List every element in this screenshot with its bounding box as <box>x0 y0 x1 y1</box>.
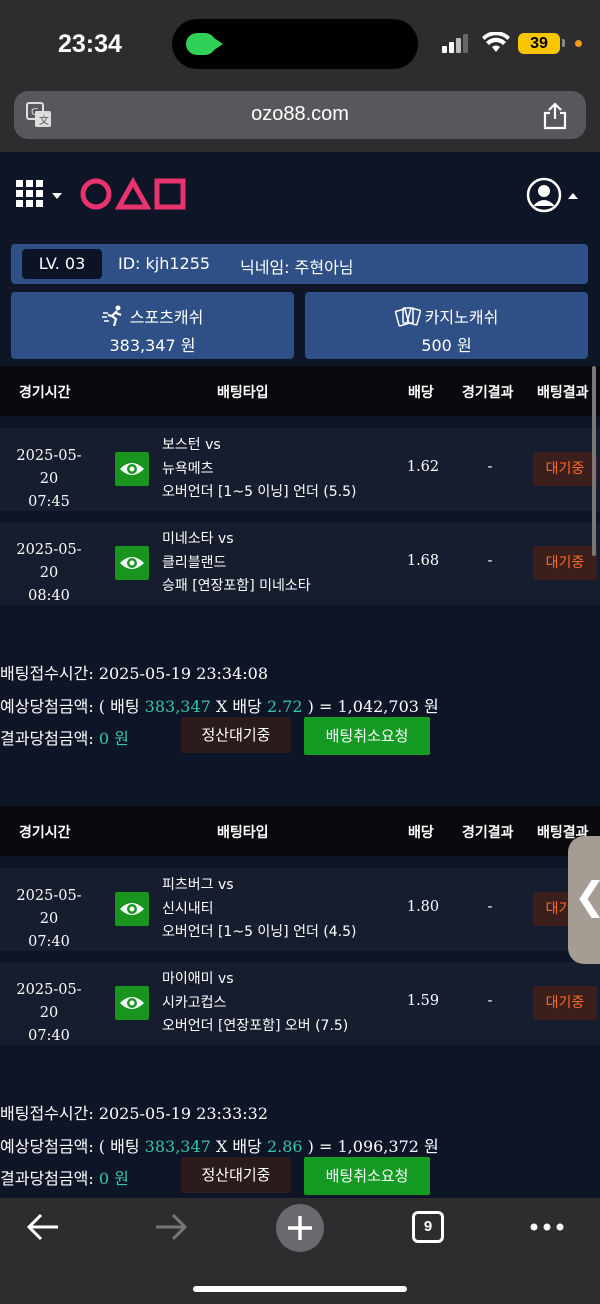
header-bet-type: 배팅타입 <box>217 825 269 841</box>
accept-time: 2025-05-19 23:33:32 <box>98 1104 269 1123</box>
camera-icon <box>186 33 223 55</box>
battery-icon: 39 <box>518 33 565 54</box>
bet-type: 피츠버그 vs 신시내티 오버언더 [1~5 이닝] 언더 (4.5) <box>162 877 357 940</box>
running-icon <box>101 305 122 327</box>
cancel-bet-button[interactable]: 배팅취소요청 <box>304 717 430 755</box>
home-indicator[interactable] <box>193 1286 407 1292</box>
match-datetime: 2025-05-20 08:40 <box>16 542 82 604</box>
status-badge: 대기중 <box>533 986 597 1020</box>
chevron-left-icon: ❮ <box>574 874 600 918</box>
back-arrow-icon[interactable] <box>26 1212 60 1242</box>
header-odds: 배당 <box>408 385 434 401</box>
new-tab-plus-icon[interactable] <box>276 1204 324 1252</box>
total-odds: 2.86 <box>266 1137 303 1156</box>
url-bar[interactable]: G 文 ozo88.com <box>14 91 586 139</box>
settle-pending-button[interactable]: 정산대기중 <box>181 717 291 753</box>
casino-cash-box[interactable]: 카지노캐쉬 500 원 <box>305 292 588 359</box>
user-nickname: 닉네임: 주현아님 <box>240 258 354 277</box>
header-time: 경기시간 <box>19 825 71 841</box>
odds-value: 1.68 <box>406 553 440 569</box>
url-text[interactable]: ozo88.com <box>14 103 586 126</box>
result-win-line: 결과당첨금액: 0 원 <box>0 1169 129 1188</box>
odds-value: 1.62 <box>406 459 440 475</box>
wifi-icon <box>482 32 510 52</box>
status-bar: 23:34 39 <box>0 0 600 88</box>
sports-cash-box[interactable]: 스포츠캐쉬 383,347 원 <box>11 292 294 359</box>
casino-cash-value: 500 원 <box>421 336 472 355</box>
site-logo[interactable] <box>80 177 186 211</box>
accept-time-line: 배팅접수시간: 2025-05-19 23:33:32 <box>0 1104 269 1123</box>
account-info-bar: LV. 03 ID: kjh1255 닉네임: 주현아님 <box>11 244 588 284</box>
level-badge: LV. 03 <box>22 249 102 279</box>
game-result: - <box>487 899 493 915</box>
stake-amount: 383,347 <box>144 1137 211 1156</box>
dynamic-island <box>172 19 418 69</box>
eye-icon[interactable] <box>115 892 149 926</box>
bet-type: 미네소타 vs 클리블랜드 승패 [연장포함] 미네소타 <box>162 531 311 594</box>
tabs-count-icon[interactable]: 9 <box>412 1211 444 1243</box>
result-win-line: 결과당첨금액: 0 원 <box>0 729 129 748</box>
odds-value: 1.80 <box>406 899 440 915</box>
match-datetime: 2025-05-20 07:45 <box>16 448 82 510</box>
side-panel-tab[interactable]: ❮ <box>568 836 600 964</box>
bet-type: 보스턴 vs 뉴욕메츠 오버언더 [1~5 이닝] 언더 (5.5) <box>162 437 357 500</box>
expected-win-line: 예상당첨금액: ( 배팅 383,347 X 배당 2.72 ) = 1,042… <box>0 697 439 716</box>
game-result: - <box>487 459 493 475</box>
sports-cash-label: 스포츠캐쉬 <box>129 308 204 327</box>
status-badge: 대기중 <box>533 452 597 486</box>
result-amount: 0 원 <box>98 729 129 748</box>
share-icon[interactable] <box>542 102 568 130</box>
bet-table-header: 경기시간 배팅타입 배당 경기결과 배팅결과 <box>0 806 600 856</box>
forward-arrow-icon[interactable] <box>154 1212 188 1242</box>
more-options-icon[interactable] <box>529 1222 565 1232</box>
status-badge: 대기중 <box>533 546 597 580</box>
browser-toolbar: 9 <box>0 1198 600 1304</box>
accept-time: 2025-05-19 23:34:08 <box>98 664 269 683</box>
header-time: 경기시간 <box>19 385 71 401</box>
cards-icon <box>394 307 421 327</box>
stake-amount: 383,347 <box>144 697 211 716</box>
game-result: - <box>487 993 493 1009</box>
scrollbar[interactable] <box>592 366 596 556</box>
user-avatar-icon[interactable] <box>526 177 562 213</box>
result-amount: 0 원 <box>98 1169 129 1188</box>
odds-value: 1.59 <box>406 993 440 1009</box>
status-time: 23:34 <box>58 30 122 58</box>
eye-icon[interactable] <box>115 452 149 486</box>
accept-time-line: 배팅접수시간: 2025-05-19 23:34:08 <box>0 664 269 683</box>
settle-pending-button[interactable]: 정산대기중 <box>181 1157 291 1193</box>
table-row: 2025-05-20 07:45 보스턴 vs 뉴욕메츠 오버언더 [1~5 이닝] … <box>0 428 600 511</box>
bet-table-header: 경기시간 배팅타입 배당 경기결과 배팅결과 <box>0 366 600 416</box>
user-id: ID: kjh1255 <box>118 254 211 273</box>
chevron-up-icon[interactable] <box>568 193 578 199</box>
table-row: 2025-05-20 07:40 피츠버그 vs 신시내티 오버언더 [1~5 이닝]… <box>0 868 600 951</box>
casino-cash-label: 카지노캐쉬 <box>424 308 499 327</box>
header-bet-type: 배팅타입 <box>217 385 269 401</box>
signal-icon <box>442 33 470 53</box>
web-page: LV. 03 ID: kjh1255 닉네임: 주현아님 스포츠캐쉬 383,3… <box>0 152 600 1198</box>
eye-icon[interactable] <box>115 546 149 580</box>
match-datetime: 2025-05-20 07:40 <box>16 888 82 950</box>
header-game-result: 경기결과 <box>462 825 514 841</box>
expected-win-line: 예상당첨금액: ( 배팅 383,347 X 배당 2.86 ) = 1,096… <box>0 1137 439 1156</box>
game-result: - <box>487 553 493 569</box>
table-row: 2025-05-20 07:40 마이애미 vs 시카고컵스 오버언더 [연장포함] … <box>0 962 600 1045</box>
orange-dot-indicator <box>575 40 582 47</box>
eye-icon[interactable] <box>115 986 149 1020</box>
table-row: 2025-05-20 08:40 미네소타 vs 클리블랜드 승패 [연장포함] 미네… <box>0 522 600 605</box>
header-odds: 배당 <box>408 825 434 841</box>
header-bet-result: 배팅결과 <box>537 385 589 401</box>
bet-type: 마이애미 vs 시카고컵스 오버언더 [연장포함] 오버 (7.5) <box>162 971 349 1034</box>
cancel-bet-button[interactable]: 배팅취소요청 <box>304 1157 430 1195</box>
sports-cash-value: 383,347 원 <box>109 336 196 355</box>
header-game-result: 경기결과 <box>462 385 514 401</box>
match-datetime: 2025-05-20 07:40 <box>16 982 82 1044</box>
chevron-down-icon[interactable] <box>52 193 62 199</box>
total-odds: 2.72 <box>266 697 303 716</box>
